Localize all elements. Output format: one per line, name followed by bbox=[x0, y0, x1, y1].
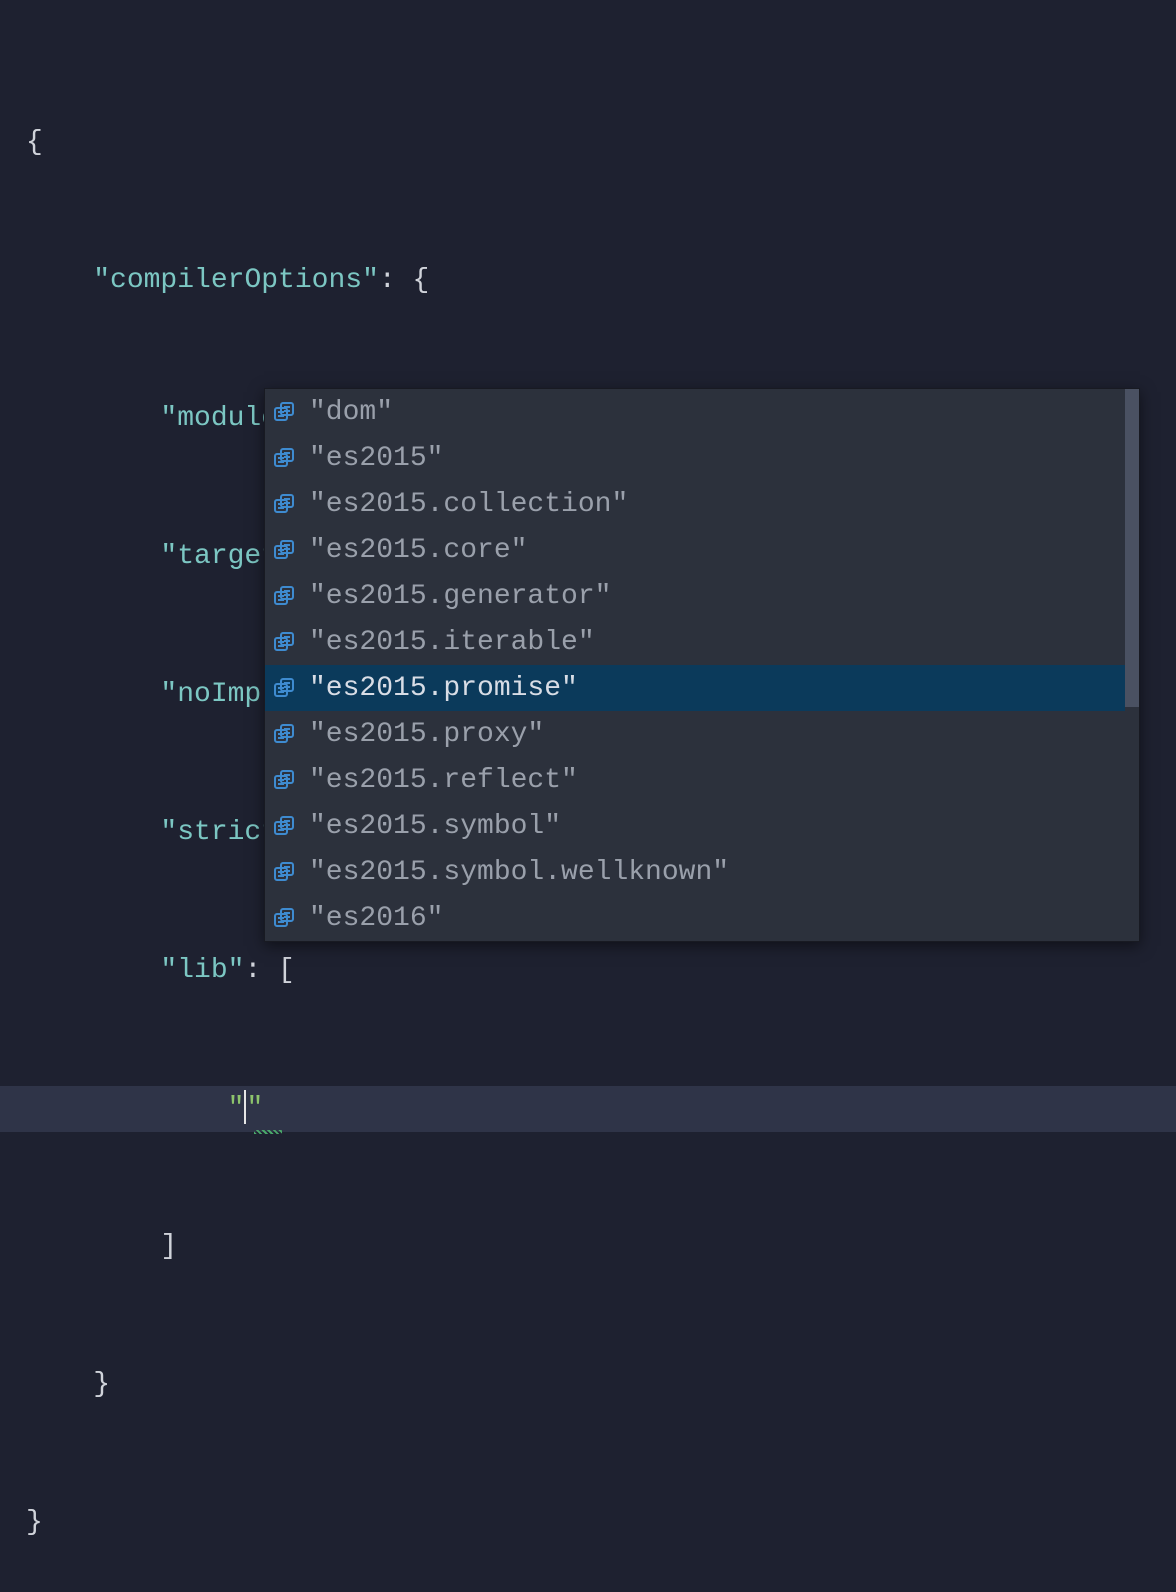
code-line: } bbox=[0, 1500, 1176, 1546]
snippet-icon bbox=[271, 536, 299, 564]
key-lib: "lib" bbox=[160, 955, 244, 986]
autocomplete-item[interactable]: "es2015.iterable" bbox=[265, 619, 1139, 665]
autocomplete-scrollbar[interactable] bbox=[1125, 389, 1139, 941]
code-line: "compilerOptions": { bbox=[0, 258, 1176, 304]
code-line: { bbox=[0, 120, 1176, 166]
code-line: ] bbox=[0, 1224, 1176, 1270]
code-line: } bbox=[0, 1362, 1176, 1408]
autocomplete-item-label: "dom" bbox=[309, 397, 393, 428]
autocomplete-item[interactable]: "es2015.promise" bbox=[265, 665, 1139, 711]
snippet-icon bbox=[271, 904, 299, 932]
autocomplete-item[interactable]: "es2015" bbox=[265, 435, 1139, 481]
snippet-icon bbox=[271, 398, 299, 426]
autocomplete-item[interactable]: "es2015.core" bbox=[265, 527, 1139, 573]
autocomplete-item-label: "es2015.core" bbox=[309, 535, 527, 566]
snippet-icon bbox=[271, 444, 299, 472]
autocomplete-item[interactable]: "es2015.collection" bbox=[265, 481, 1139, 527]
autocomplete-item-label: "es2015.proxy" bbox=[309, 719, 544, 750]
snippet-icon bbox=[271, 490, 299, 518]
autocomplete-item-label: "es2016" bbox=[309, 903, 443, 934]
key-compilerOptions: "compilerOptions" bbox=[93, 265, 379, 296]
autocomplete-item-label: "es2015.symbol.wellknown" bbox=[309, 857, 729, 888]
autocomplete-item-label: "es2015" bbox=[309, 443, 443, 474]
autocomplete-item-label: "es2015.symbol" bbox=[309, 811, 561, 842]
snippet-icon bbox=[271, 720, 299, 748]
colon-bracket: : [ bbox=[244, 955, 294, 986]
code-line: "lib": [ bbox=[0, 948, 1176, 994]
bracket-close: ] bbox=[160, 1231, 177, 1262]
autocomplete-item[interactable]: "es2015.generator" bbox=[265, 573, 1139, 619]
snippet-icon bbox=[271, 628, 299, 656]
empty-string-quote: " bbox=[228, 1093, 245, 1124]
snippet-icon bbox=[271, 766, 299, 794]
scrollbar-thumb[interactable] bbox=[1125, 389, 1139, 707]
empty-string-quote: " bbox=[246, 1093, 263, 1124]
snippet-icon bbox=[271, 674, 299, 702]
autocomplete-item[interactable]: "es2015.reflect" bbox=[265, 757, 1139, 803]
autocomplete-item[interactable]: "es2015.symbol" bbox=[265, 803, 1139, 849]
colon-brace: : { bbox=[379, 265, 429, 296]
brace-close: } bbox=[26, 1507, 43, 1538]
autocomplete-item-label: "es2015.generator" bbox=[309, 581, 611, 612]
snippet-icon bbox=[271, 812, 299, 840]
autocomplete-popup[interactable]: "dom" "es2015" "es2015.collection" "es2015.… bbox=[264, 388, 1140, 942]
autocomplete-item-label: "es2015.iterable" bbox=[309, 627, 595, 658]
text-cursor bbox=[244, 1090, 246, 1124]
code-line-active: "" bbox=[0, 1086, 1176, 1132]
autocomplete-item-label: "es2015.collection" bbox=[309, 489, 628, 520]
autocomplete-item[interactable]: "es2015.proxy" bbox=[265, 711, 1139, 757]
autocomplete-item-label: "es2015.reflect" bbox=[309, 765, 578, 796]
warning-squiggle bbox=[254, 1130, 282, 1134]
autocomplete-item[interactable]: "es2016" bbox=[265, 895, 1139, 941]
autocomplete-item[interactable]: "es2015.symbol.wellknown" bbox=[265, 849, 1139, 895]
brace-open: { bbox=[26, 127, 43, 158]
inner-brace-close: } bbox=[93, 1369, 110, 1400]
snippet-icon bbox=[271, 858, 299, 886]
autocomplete-item[interactable]: "dom" bbox=[265, 389, 1139, 435]
snippet-icon bbox=[271, 582, 299, 610]
autocomplete-item-label: "es2015.promise" bbox=[309, 673, 578, 704]
